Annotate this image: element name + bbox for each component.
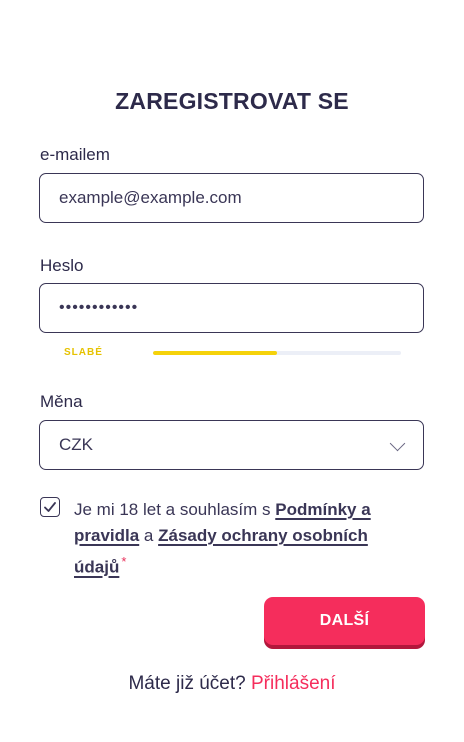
checkmark-icon [44, 502, 56, 512]
consent-prefix: Je mi 18 let a souhlasím s [74, 500, 276, 519]
currency-value: CZK [59, 435, 93, 454]
login-prompt: Máte již účet? Přihlášení [0, 673, 464, 695]
currency-label: Měna [40, 392, 83, 411]
chevron-down-icon [389, 435, 406, 452]
password-label: Heslo [40, 256, 84, 275]
email-label: e-mailem [40, 145, 110, 164]
password-field[interactable]: •••••••••••• [39, 283, 424, 333]
currency-select[interactable]: CZK [39, 420, 424, 470]
consent-and: a [139, 526, 159, 545]
page-title: ZAREGISTROVAT SE [115, 88, 349, 114]
consent-text: Je mi 18 let a souhlasím s Podmínky a pr… [74, 497, 424, 581]
login-question: Máte již účet? [128, 673, 246, 694]
consent-checkbox[interactable] [40, 497, 60, 517]
required-mark: * [121, 554, 127, 569]
login-link[interactable]: Přihlášení [251, 673, 336, 694]
password-value: •••••••••••• [59, 299, 139, 316]
password-strength-label: SLABÉ [64, 347, 103, 358]
email-field[interactable]: example@example.com [39, 173, 424, 223]
email-placeholder: example@example.com [59, 188, 242, 207]
password-strength-meter [153, 351, 401, 355]
password-strength-fill [153, 351, 277, 355]
next-button[interactable]: DALŠÍ [264, 597, 425, 645]
